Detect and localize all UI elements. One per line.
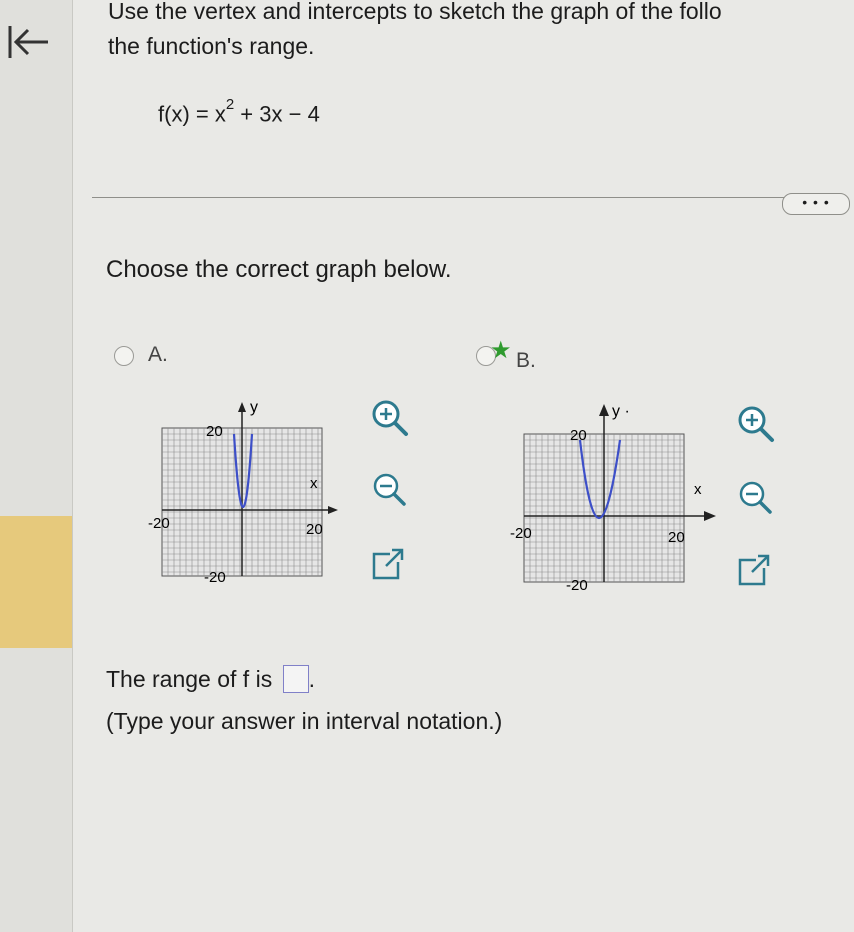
range-answer-input[interactable] xyxy=(282,665,309,693)
option-a-zoom-in-icon[interactable] xyxy=(368,396,412,440)
option-a-tick-neg-x: -20 xyxy=(148,515,170,532)
range-suffix: . xyxy=(308,666,315,692)
question-pane: Use the vertex and intercepts to sketch … xyxy=(72,0,854,932)
formula-suffix: + 3x − 4 xyxy=(234,101,320,127)
option-a-graph[interactable]: y x 20 -20 -20 20 xyxy=(148,390,348,590)
option-a-tick-pos-y: 20 xyxy=(206,423,223,440)
option-b-tick-pos-y: 20 xyxy=(570,427,587,444)
option-b-y-label: y · xyxy=(612,403,630,420)
option-b-x-label: x xyxy=(694,481,702,498)
option-b-graph[interactable]: y · x 20 -20 -20 20 xyxy=(508,396,718,596)
option-b-zoom-in-icon[interactable] xyxy=(734,402,778,446)
range-question: The range of f is . xyxy=(106,665,315,693)
option-a-radio[interactable] xyxy=(114,346,134,366)
function-formula: f(x) = x2 + 3x − 4 xyxy=(158,96,320,127)
instructions-line-2: the function's range. xyxy=(108,33,315,59)
option-b-zoom-out-icon[interactable] xyxy=(734,476,778,520)
formula-prefix: f(x) = x xyxy=(158,101,226,127)
range-prefix: The range of f is xyxy=(106,666,273,692)
correct-star-icon: ★ xyxy=(490,337,512,364)
option-a-open-new-window-icon[interactable] xyxy=(366,542,410,586)
left-sidebar xyxy=(0,0,73,932)
option-a-tick-pos-x: 20 xyxy=(306,521,323,538)
option-b-tick-neg-y: -20 xyxy=(566,577,588,594)
question-instructions: Use the vertex and intercepts to sketch … xyxy=(108,0,854,64)
option-a-tick-neg-y: -20 xyxy=(204,569,226,586)
back-arrow-icon[interactable] xyxy=(4,18,52,66)
option-a-x-label: x xyxy=(310,475,318,492)
option-a-label: A. xyxy=(148,343,168,366)
option-a-y-label: y xyxy=(250,399,258,416)
option-b-open-new-window-icon[interactable] xyxy=(732,548,776,592)
sidebar-highlight xyxy=(0,516,72,648)
more-options-button[interactable]: • • • xyxy=(782,193,850,215)
formula-exponent: 2 xyxy=(225,96,235,113)
section-divider xyxy=(92,197,792,198)
choice-prompt: Choose the correct graph below. xyxy=(106,256,452,283)
option-b-tick-neg-x: -20 xyxy=(510,525,532,542)
answer-format-hint: (Type your answer in interval notation.) xyxy=(106,708,503,734)
instructions-line-1: Use the vertex and intercepts to sketch … xyxy=(108,0,722,24)
option-b-tick-pos-x: 20 xyxy=(668,529,685,546)
option-a-zoom-out-icon[interactable] xyxy=(368,468,412,512)
option-b-label: B. xyxy=(516,349,536,372)
